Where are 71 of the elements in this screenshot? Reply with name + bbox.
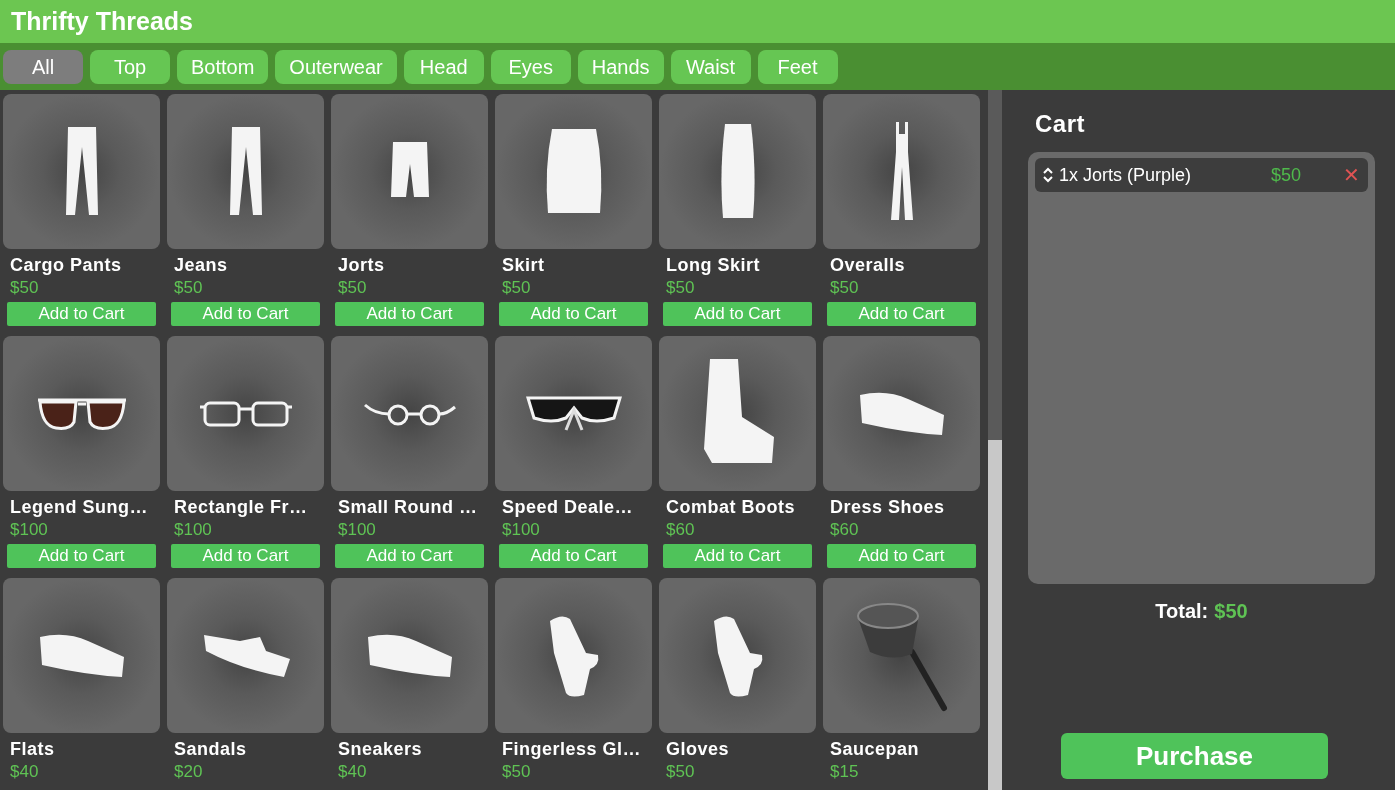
item-name: Long Skirt xyxy=(666,255,761,276)
item-name: Overalls xyxy=(830,255,907,276)
purchase-button[interactable]: Purchase xyxy=(1061,733,1328,779)
add-to-cart-button[interactable]: Add to Cart xyxy=(663,302,812,326)
item-price: $15 xyxy=(830,762,860,782)
item-price: $50 xyxy=(502,278,532,298)
add-to-cart-button[interactable]: Add to Cart xyxy=(7,302,156,326)
item-name: Jorts xyxy=(338,255,386,276)
item-name: Speed Deale… xyxy=(502,497,635,518)
category-tab[interactable]: Eyes xyxy=(490,50,571,84)
add-to-cart-button[interactable]: Add to Cart xyxy=(171,544,320,568)
add-to-cart-button[interactable]: Add to Cart xyxy=(335,302,484,326)
item-name: Dress Shoes xyxy=(830,497,946,518)
item-name: Jeans xyxy=(174,255,229,276)
cart-item-label: 1x Jorts (Purple) xyxy=(1059,164,1193,186)
add-to-cart-button[interactable]: Add to Cart xyxy=(7,544,156,568)
category-tab[interactable]: Head xyxy=(403,50,484,84)
total-label: Total: xyxy=(1155,600,1209,623)
item-price: $100 xyxy=(338,520,377,540)
item-price: $50 xyxy=(666,278,696,298)
category-tab[interactable]: Waist xyxy=(670,50,751,84)
add-to-cart-button[interactable]: Add to Cart xyxy=(827,544,976,568)
total-value: $50 xyxy=(1214,600,1248,623)
item-name: Sandals xyxy=(174,739,248,760)
item-price: $50 xyxy=(666,762,696,782)
item-price: $100 xyxy=(174,520,213,540)
item-price: $50 xyxy=(10,278,40,298)
cart-item-price: $50 xyxy=(1270,164,1301,186)
category-tab[interactable]: Bottom xyxy=(177,50,269,84)
item-price: $50 xyxy=(174,278,204,298)
item-name: Fingerless Gl… xyxy=(502,739,643,760)
item-price: $100 xyxy=(502,520,541,540)
remove-button[interactable]: ✕ xyxy=(1343,163,1360,187)
category-tab[interactable]: All xyxy=(3,50,83,84)
item-name: Skirt xyxy=(502,255,546,276)
skirt-icon xyxy=(720,123,755,220)
quantity-stepper-icon[interactable] xyxy=(1043,167,1053,183)
category-tab[interactable]: Outerwear xyxy=(275,50,397,84)
item-price: $50 xyxy=(830,278,860,298)
add-to-cart-button[interactable]: Add to Cart xyxy=(171,302,320,326)
category-tab[interactable]: Top xyxy=(90,50,170,84)
item-name: Saucepan xyxy=(830,739,921,760)
item-name: Combat Boots xyxy=(666,497,796,518)
overalls-icon xyxy=(888,121,915,222)
add-to-cart-button[interactable]: Add to Cart xyxy=(335,544,484,568)
item-price: $60 xyxy=(830,520,860,540)
add-to-cart-button[interactable]: Add to Cart xyxy=(827,302,976,326)
item-name: Rectangle Fr… xyxy=(174,497,309,518)
item-price: $20 xyxy=(174,762,204,782)
scrollbar[interactable] xyxy=(988,90,1002,790)
add-to-cart-button[interactable]: Add to Cart xyxy=(663,544,812,568)
item-name: Cargo Pants xyxy=(10,255,123,276)
item-name: Flats xyxy=(10,739,56,760)
item-price: $50 xyxy=(502,762,532,782)
cart-title: Cart xyxy=(1035,110,1086,138)
item-price: $50 xyxy=(338,278,368,298)
item-name: Small Round … xyxy=(338,497,479,518)
item-name: Gloves xyxy=(666,739,731,760)
item-price: $40 xyxy=(10,762,40,782)
item-price: $100 xyxy=(10,520,49,540)
category-tab[interactable]: Feet xyxy=(757,50,838,84)
item-name: Sneakers xyxy=(338,739,424,760)
add-to-cart-button[interactable]: Add to Cart xyxy=(499,302,648,326)
category-tab[interactable]: Hands xyxy=(577,50,664,84)
window-title: Thrifty Threads xyxy=(11,7,193,36)
pants-icon xyxy=(63,126,100,217)
item-price: $40 xyxy=(338,762,368,782)
add-to-cart-button[interactable]: Add to Cart xyxy=(499,544,648,568)
item-price: $60 xyxy=(666,520,696,540)
item-name: Legend Sung… xyxy=(10,497,149,518)
pants-icon xyxy=(227,126,264,217)
